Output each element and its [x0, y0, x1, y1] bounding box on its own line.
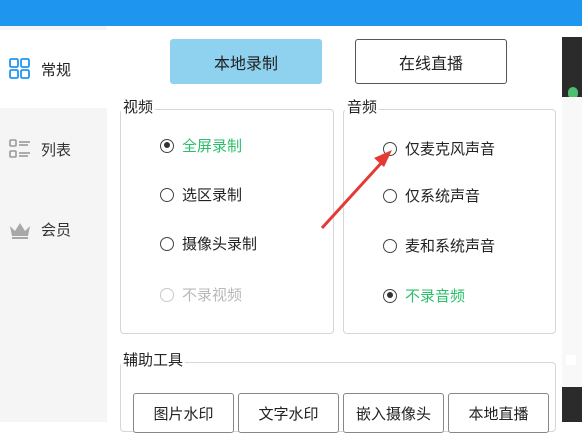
- annotation-arrow-icon: [320, 150, 392, 230]
